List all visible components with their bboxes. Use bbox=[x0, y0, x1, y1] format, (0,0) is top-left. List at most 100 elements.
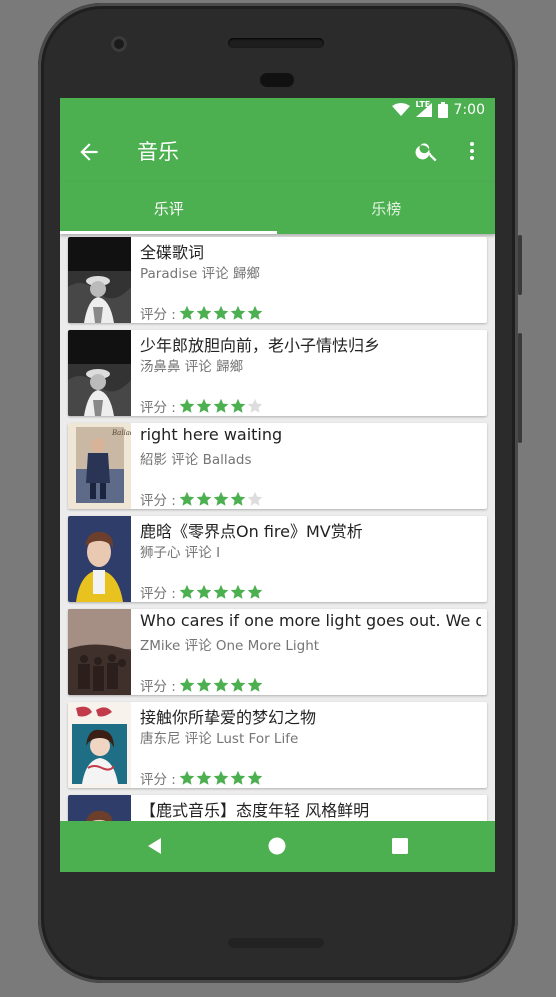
review-rating: 评分 : bbox=[140, 675, 264, 695]
bottom-speaker bbox=[228, 938, 324, 948]
cell-signal-icon: LTE bbox=[415, 100, 432, 117]
more-vert-icon[interactable] bbox=[460, 138, 484, 164]
volume-button bbox=[518, 235, 522, 295]
review-title: 【鹿式音乐】态度年轻 风格鲜明 bbox=[140, 801, 370, 820]
star-filled-icon bbox=[213, 398, 229, 413]
star-filled-icon bbox=[196, 398, 212, 413]
star-filled-icon bbox=[230, 398, 246, 413]
review-card[interactable]: 鹿晗《零界点On fire》MV赏析 狮子心 评论 I 评分 : bbox=[68, 516, 487, 602]
album-cover-image bbox=[68, 702, 131, 788]
review-rating: 评分 : bbox=[140, 303, 264, 323]
album-cover-image bbox=[68, 237, 131, 323]
status-bar: LTE 7:00 bbox=[60, 98, 495, 122]
review-card[interactable]: Who cares if one more light goes out. We… bbox=[68, 609, 487, 695]
status-time: 7:00 bbox=[453, 102, 485, 118]
review-subtitle: 汤鼻鼻 评论 歸鄉 bbox=[140, 359, 244, 375]
rating-stars bbox=[179, 491, 264, 507]
review-subtitle: 唐东尼 评论 Lust For Life bbox=[140, 731, 299, 747]
star-filled-icon bbox=[179, 491, 195, 506]
star-filled-icon bbox=[230, 491, 246, 506]
review-title: 少年郎放胆向前，老小子情怯归乡 bbox=[140, 336, 381, 355]
star-filled-icon bbox=[196, 491, 212, 506]
rating-label: 评分 : bbox=[140, 307, 176, 323]
album-cover-image bbox=[68, 609, 131, 695]
back-arrow-icon[interactable] bbox=[76, 139, 102, 165]
review-card[interactable]: Ballads right here waiting 紹影 评论 Ballads 评分… bbox=[68, 423, 487, 509]
star-empty-icon bbox=[247, 398, 263, 413]
star-filled-icon bbox=[213, 677, 229, 692]
star-filled-icon bbox=[196, 677, 212, 692]
review-list: 全碟歌词 Paradise 评论 歸鄉 评分 : 少年郎放胆向前，老小子情怯归乡 汤鼻鼻… bbox=[60, 234, 495, 872]
wifi-icon bbox=[391, 103, 410, 117]
back-triangle-icon[interactable] bbox=[146, 837, 164, 855]
album-cover-image: Ballads bbox=[68, 423, 131, 509]
system-nav-bar bbox=[60, 821, 495, 872]
star-filled-icon bbox=[196, 770, 212, 785]
tab-bar: 乐评 乐榜 bbox=[60, 182, 495, 234]
search-icon[interactable] bbox=[414, 138, 440, 164]
star-filled-icon bbox=[179, 398, 195, 413]
rating-stars bbox=[179, 584, 264, 600]
star-filled-icon bbox=[196, 584, 212, 599]
review-rating: 评分 : bbox=[140, 489, 264, 509]
star-filled-icon bbox=[213, 305, 229, 320]
review-subtitle: ZMike 评论 One More Light bbox=[140, 638, 320, 654]
rating-label: 评分 : bbox=[140, 679, 176, 695]
review-title: 鹿晗《零界点On fire》MV赏析 bbox=[140, 522, 363, 541]
screen: LTE 7:00 音乐 乐评 乐榜 全碟歌词 Paradise 评论 歸鄉 评分 :… bbox=[60, 98, 495, 872]
app-bar: 音乐 bbox=[60, 122, 495, 182]
star-filled-icon bbox=[247, 305, 263, 320]
network-type: LTE bbox=[415, 100, 431, 109]
rating-label: 评分 : bbox=[140, 586, 176, 602]
rating-stars bbox=[179, 770, 264, 786]
star-filled-icon bbox=[247, 584, 263, 599]
star-filled-icon bbox=[213, 584, 229, 599]
album-cover-image bbox=[68, 330, 131, 416]
recents-square-icon[interactable] bbox=[391, 837, 409, 855]
battery-icon bbox=[437, 102, 448, 118]
power-button bbox=[518, 333, 522, 443]
tab-charts[interactable]: 乐榜 bbox=[278, 182, 496, 234]
review-rating: 评分 : bbox=[140, 582, 264, 602]
star-filled-icon bbox=[179, 584, 195, 599]
review-rating: 评分 : bbox=[140, 396, 264, 416]
tab-reviews[interactable]: 乐评 bbox=[60, 182, 278, 234]
review-subtitle: Paradise 评论 歸鄉 bbox=[140, 266, 260, 282]
rating-label: 评分 : bbox=[140, 493, 176, 509]
star-filled-icon bbox=[230, 305, 246, 320]
review-title: 全碟歌词 bbox=[140, 243, 205, 262]
star-filled-icon bbox=[230, 770, 246, 785]
star-filled-icon bbox=[247, 677, 263, 692]
earpiece-speaker bbox=[228, 38, 324, 48]
rating-stars bbox=[179, 305, 264, 321]
rating-stars bbox=[179, 677, 264, 693]
page-title: 音乐 bbox=[137, 140, 179, 164]
star-filled-icon bbox=[230, 677, 246, 692]
rating-stars bbox=[179, 398, 264, 414]
rating-label: 评分 : bbox=[140, 772, 176, 788]
star-filled-icon bbox=[196, 305, 212, 320]
review-subtitle: 紹影 评论 Ballads bbox=[140, 452, 252, 468]
home-circle-icon[interactable] bbox=[268, 837, 286, 855]
review-subtitle: 狮子心 评论 I bbox=[140, 545, 221, 561]
review-title: right here waiting bbox=[140, 425, 283, 444]
star-empty-icon bbox=[247, 491, 263, 506]
svg-text:Ballads: Ballads bbox=[111, 429, 131, 437]
review-card[interactable]: 接触你所挚爱的梦幻之物 唐东尼 评论 Lust For Life 评分 : bbox=[68, 702, 487, 788]
tab-indicator bbox=[60, 231, 277, 234]
star-filled-icon bbox=[230, 584, 246, 599]
review-rating: 评分 : bbox=[140, 768, 264, 788]
star-filled-icon bbox=[247, 770, 263, 785]
star-filled-icon bbox=[179, 677, 195, 692]
album-cover-image bbox=[68, 516, 131, 602]
star-filled-icon bbox=[179, 770, 195, 785]
review-title: 接触你所挚爱的梦幻之物 bbox=[140, 708, 317, 727]
review-title: Who cares if one more light goes out. We… bbox=[140, 611, 481, 630]
star-filled-icon bbox=[213, 491, 229, 506]
rating-label: 评分 : bbox=[140, 400, 176, 416]
star-filled-icon bbox=[213, 770, 229, 785]
review-card[interactable]: 少年郎放胆向前，老小子情怯归乡 汤鼻鼻 评论 歸鄉 评分 : bbox=[68, 330, 487, 416]
front-camera bbox=[111, 36, 127, 52]
proximity-sensor bbox=[260, 73, 294, 87]
review-card[interactable]: 全碟歌词 Paradise 评论 歸鄉 评分 : bbox=[68, 237, 487, 323]
